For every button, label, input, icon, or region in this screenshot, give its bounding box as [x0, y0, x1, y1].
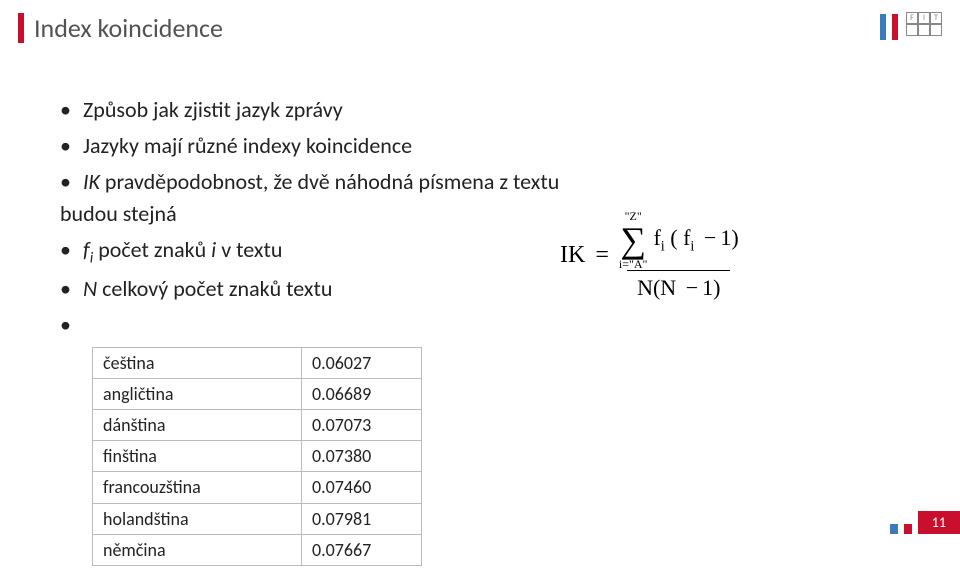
bullet-5: N celkový počet znaků textu: [60, 273, 620, 309]
bullet-3: IK pravděpodobnost, že dvě náhodná písme…: [60, 166, 620, 234]
footer-bar-red: [904, 524, 912, 534]
footer: 11: [890, 511, 960, 534]
table-row: angličtina0.06689: [93, 379, 422, 410]
bullet-2: Jazyky mají různé indexy koincidence: [60, 130, 620, 166]
value-cell: 0.07667: [302, 534, 422, 565]
value-cell: 0.07981: [302, 503, 422, 534]
lang-cell: dánština: [93, 410, 302, 441]
fit-logo: FIT: [906, 12, 942, 36]
table-wrapper: čeština0.06027angličtina0.06689dánština0…: [60, 309, 620, 570]
table-row: finština0.07380: [93, 441, 422, 472]
table-row: němčina0.07667: [93, 534, 422, 565]
page-title: Index koincidence: [34, 12, 223, 44]
table-row: čeština0.06027: [93, 348, 422, 379]
table-row: dánština0.07073: [93, 410, 422, 441]
formula-lhs: IK: [560, 242, 585, 269]
lang-cell: čeština: [93, 348, 302, 379]
logo-bar-red: [892, 14, 898, 40]
bullet-4: fi počet znaků i v textu: [60, 234, 620, 274]
lang-cell: němčina: [93, 534, 302, 565]
lang-cell: finština: [93, 441, 302, 472]
value-cell: 0.07460: [302, 472, 422, 503]
lang-cell: angličtina: [93, 379, 302, 410]
value-cell: 0.06689: [302, 379, 422, 410]
formula-numerator: fi ( fi −1): [653, 225, 738, 255]
formula-eq: =: [595, 242, 609, 269]
formula: IK = "Z" ∑ i="A" fi ( fi −1): [560, 210, 920, 301]
ik-table: čeština0.06027angličtina0.06689dánština0…: [92, 347, 422, 566]
lang-cell: francouzština: [93, 472, 302, 503]
logo-bar-blue: [880, 14, 886, 40]
header-logos: FIT: [880, 12, 942, 40]
sum-lower: i="A": [619, 258, 648, 270]
value-cell: 0.07380: [302, 441, 422, 472]
footer-bar-blue: [890, 524, 898, 534]
table-row: francouzština0.07460: [93, 472, 422, 503]
page-number: 11: [918, 511, 960, 534]
value-cell: 0.07073: [302, 410, 422, 441]
table-row: holandština0.07981: [93, 503, 422, 534]
title-accent-bar: [18, 13, 24, 43]
formula-denominator: N(N −1): [627, 270, 730, 301]
value-cell: 0.06027: [302, 348, 422, 379]
sigma-icon: ∑: [620, 222, 646, 258]
lang-cell: holandština: [93, 503, 302, 534]
bullet-list: Způsob jak zjistit jazyk zprávy Jazyky m…: [60, 94, 620, 570]
bullet-1: Způsob jak zjistit jazyk zprávy: [60, 94, 620, 130]
